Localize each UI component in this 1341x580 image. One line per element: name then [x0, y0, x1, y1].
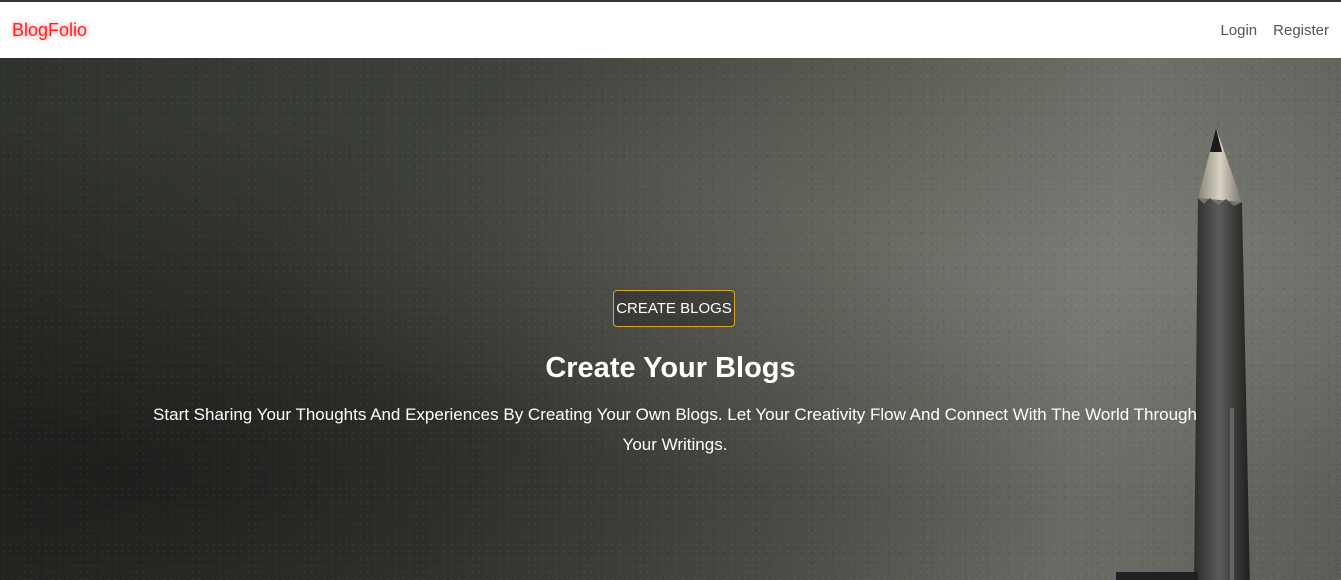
nav-links: Login Register: [1220, 22, 1329, 39]
hero-title: Create Your Blogs: [545, 352, 796, 384]
register-link[interactable]: Register: [1273, 22, 1329, 39]
login-link[interactable]: Login: [1220, 22, 1257, 39]
scroll-tab: [1116, 572, 1198, 580]
create-blogs-button[interactable]: CREATE BLOGS: [613, 290, 735, 327]
brand-logo[interactable]: BlogFolio: [12, 20, 87, 41]
navbar: BlogFolio Login Register: [0, 2, 1341, 58]
hero-section: CREATE BLOGS Create Your Blogs Start Sha…: [0, 58, 1341, 580]
hero-subtitle: Start Sharing Your Thoughts And Experien…: [153, 405, 1197, 454]
